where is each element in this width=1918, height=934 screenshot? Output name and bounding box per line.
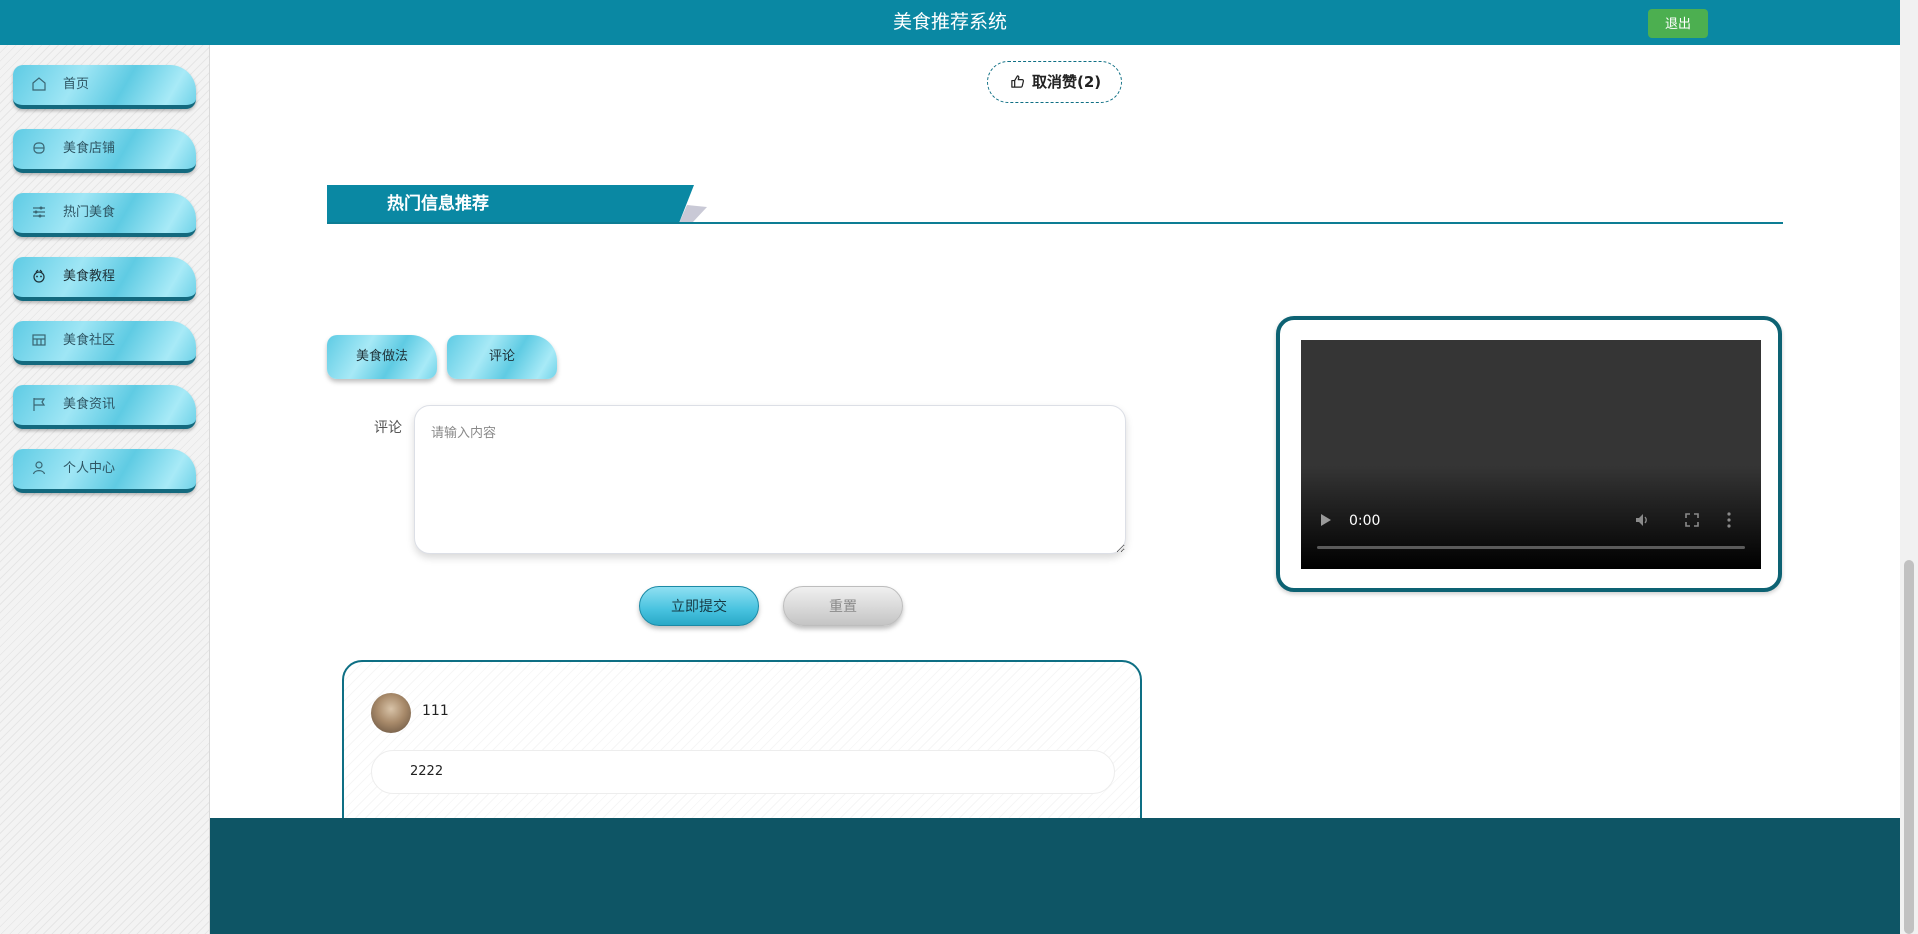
comment-card: 111 2222 [342,660,1142,840]
submit-button[interactable]: 立即提交 [639,586,759,626]
fullscreen-icon[interactable] [1684,512,1700,528]
scrollbar-thumb[interactable] [1904,560,1914,934]
flag-icon [33,398,46,411]
logout-button[interactable]: 退出 [1648,9,1708,38]
page-scrollbar[interactable] [1900,0,1918,934]
video-progress-bar[interactable] [1317,546,1745,549]
footer [210,818,1900,934]
video-player[interactable]: 0:00 [1301,340,1761,569]
top-bar: 美食推荐系统 退出 [0,0,1900,45]
thumbs-up-icon [1011,75,1024,88]
section-header: 热门信息推荐 [327,185,1783,225]
reset-button[interactable]: 重置 [783,586,903,626]
sidebar-item-shop[interactable]: 美食店铺 [13,129,196,173]
sidebar-item-tutorial[interactable]: 美食教程 [13,257,196,301]
home-icon [32,77,46,91]
comment-username: 111 [422,703,449,719]
volume-icon[interactable] [1635,512,1651,528]
video-frame: 0:00 [1276,316,1782,592]
sidebar-item-home[interactable]: 首页 [13,65,196,109]
sidebar-item-label: 美食资讯 [63,397,116,412]
avatar [371,693,411,733]
community-icon [32,334,46,346]
sidebar: 首页 美食店铺 热门美食 美食教程 美食社区 美食资讯 个人中心 [0,45,210,934]
unlike-label: 取消赞(2) [1032,73,1102,91]
section-divider [327,222,1783,224]
sidebar-item-label: 首页 [63,77,90,92]
sidebar-item-community[interactable]: 美食社区 [13,321,196,365]
sidebar-item-label: 个人中心 [63,461,116,476]
tab-recipe[interactable]: 美食做法 [327,335,437,379]
shop-icon [33,142,45,154]
comment-label: 评论 [374,420,402,436]
app-title: 美食推荐系统 [892,11,1007,33]
play-icon[interactable] [1318,512,1334,528]
section-title: 热门信息推荐 [387,194,489,214]
more-options-icon[interactable] [1726,511,1732,529]
sidebar-item-label: 热门美食 [63,205,116,220]
tutorial-icon [33,269,45,283]
sliders-icon [33,206,45,218]
user-icon [32,461,46,475]
sidebar-item-news[interactable]: 美食资讯 [13,385,196,429]
tab-comment[interactable]: 评论 [447,335,557,379]
sidebar-item-label: 美食店铺 [63,141,116,156]
unlike-button[interactable]: 取消赞(2) [987,61,1122,103]
comment-input[interactable] [414,405,1126,554]
sidebar-item-label: 美食教程 [63,269,116,284]
sidebar-item-hot-food[interactable]: 热门美食 [13,193,196,237]
video-time: 0:00 [1349,513,1381,529]
comment-text: 2222 [371,750,1115,794]
sidebar-item-profile[interactable]: 个人中心 [13,449,196,493]
sidebar-item-label: 美食社区 [63,333,116,348]
